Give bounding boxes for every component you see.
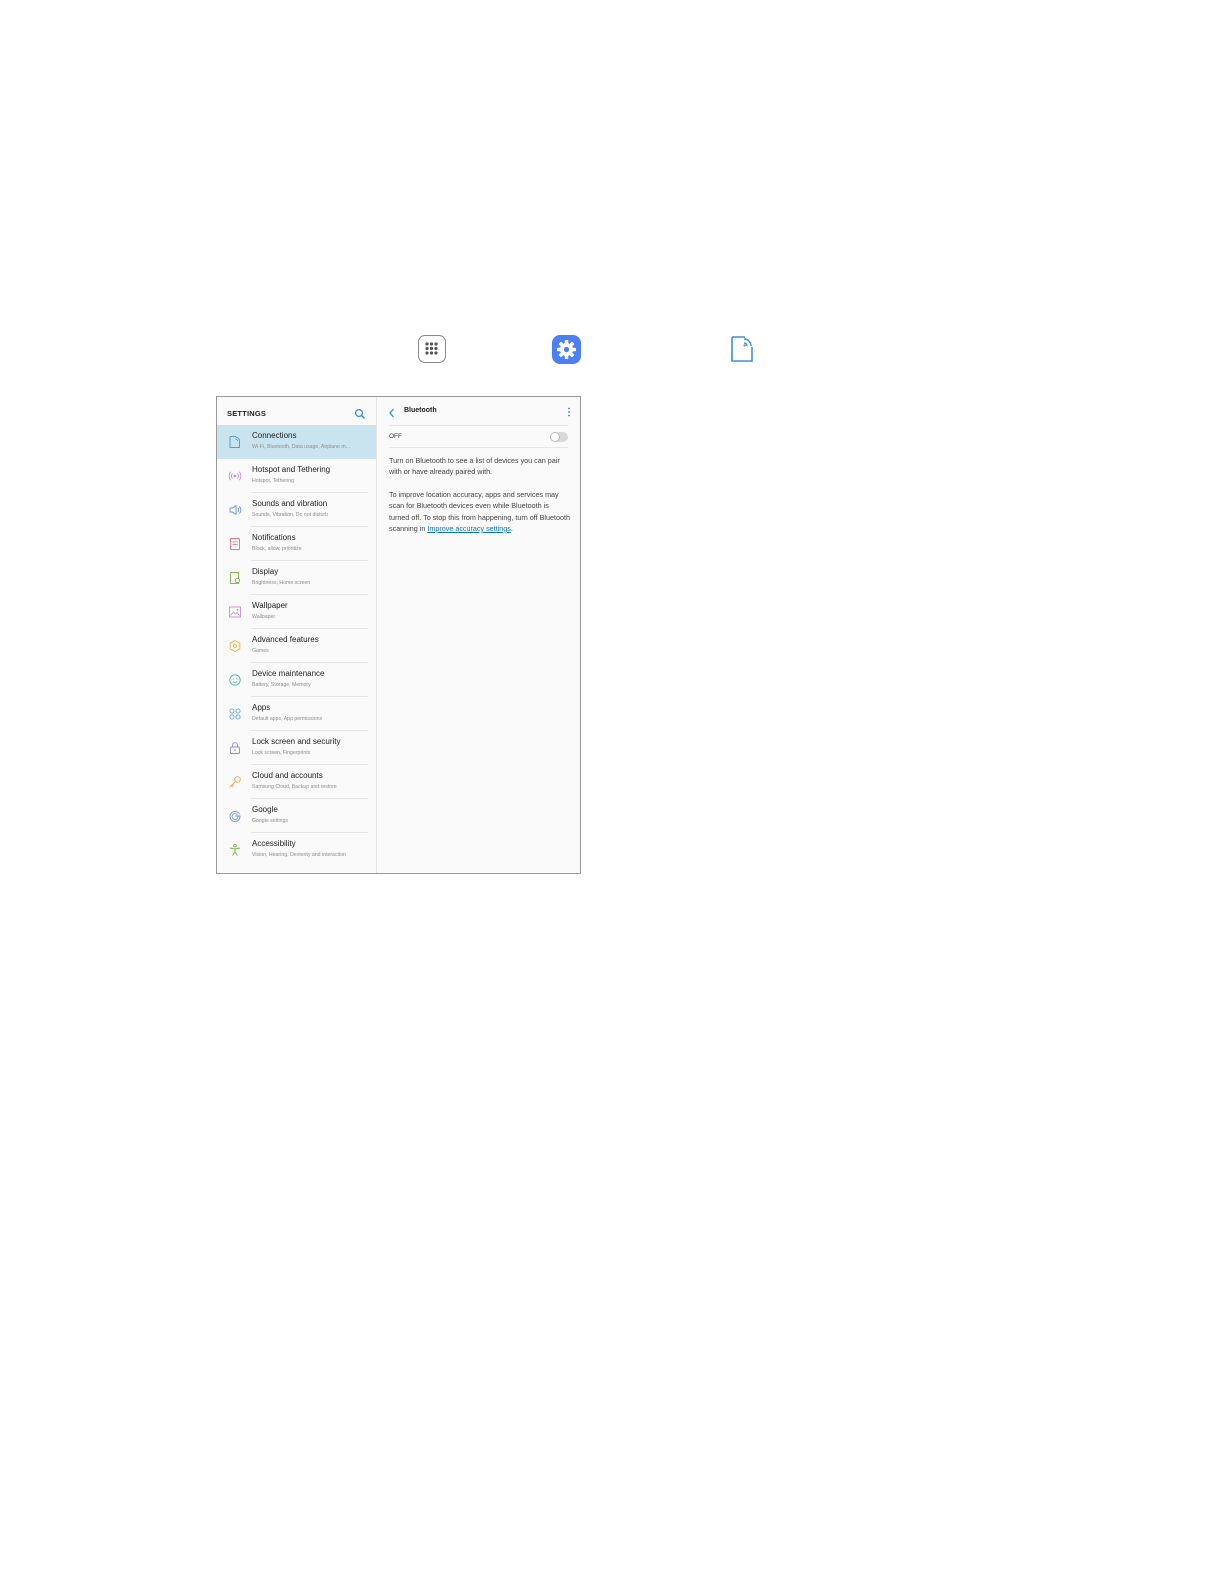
menu-item-label: Apps <box>252 703 271 712</box>
settings-screenshot: SETTINGS Connections Wi-Fi, Bluetooth, D… <box>216 396 581 874</box>
bluetooth-pane: Bluetooth OFF Turn on Bluetooth to see a… <box>377 397 580 873</box>
toggle-knob <box>550 432 560 442</box>
menu-item-subtitle: Lock screen, Fingerprints <box>252 750 311 756</box>
settings-menu: Connections Wi-Fi, Bluetooth, Data usage… <box>217 425 376 867</box>
menu-item-label: Sounds and vibration <box>252 499 328 508</box>
back-arrow-icon[interactable] <box>387 406 397 418</box>
menu-item-device-maintenance[interactable]: Device maintenance Battery, Storage, Mem… <box>217 663 376 697</box>
menu-item-label: Advanced features <box>252 635 319 644</box>
menu-item-notifications[interactable]: Notifications Block, allow, prioritize <box>217 527 376 561</box>
accessibility-icon <box>228 843 242 857</box>
menu-item-cloud-and-accounts[interactable]: Cloud and accounts Samsung Cloud, Backup… <box>217 765 376 799</box>
menu-item-label: Lock screen and security <box>252 737 341 746</box>
menu-item-lock-screen-and-security[interactable]: Lock screen and security Lock screen, Fi… <box>217 731 376 765</box>
menu-item-subtitle: Brightness, Home screen <box>252 580 311 586</box>
connections-icon <box>728 334 758 364</box>
menu-item-subtitle: Vision, Hearing, Dexterity and interacti… <box>252 852 346 858</box>
menu-item-label: Display <box>252 567 279 576</box>
notifications-icon <box>228 537 242 551</box>
speaker-icon <box>228 503 242 517</box>
search-icon[interactable] <box>354 407 366 419</box>
lock-icon <box>228 741 242 755</box>
menu-item-hotspot-and-tethering[interactable]: Hotspot and Tethering Hotspot, Tethering <box>217 459 376 493</box>
apps-icon <box>418 335 446 363</box>
menu-item-subtitle: Hotspot, Tethering <box>252 478 295 484</box>
device-maintenance-icon <box>228 673 242 687</box>
description-suffix: . <box>510 523 513 533</box>
menu-item-subtitle: Games <box>252 648 269 654</box>
menu-item-subtitle: Wi-Fi, Bluetooth, Data usage, Airplane m… <box>252 444 351 450</box>
display-icon <box>228 571 242 585</box>
settings-header: SETTINGS <box>227 407 366 421</box>
menu-item-label: Google <box>252 805 278 814</box>
bluetooth-description: Turn on Bluetooth to see a list of devic… <box>389 456 560 477</box>
menu-item-subtitle: Block, allow, prioritize <box>252 546 302 552</box>
menu-item-google[interactable]: Google Google settings <box>217 799 376 833</box>
more-options-icon[interactable] <box>566 405 572 419</box>
settings-title: SETTINGS <box>227 409 267 418</box>
bluetooth-header: Bluetooth <box>377 403 580 421</box>
menu-item-subtitle: Sounds, Vibration, Do not disturb <box>252 512 329 518</box>
advanced-features-icon <box>228 639 242 653</box>
menu-item-label: Cloud and accounts <box>252 771 323 780</box>
menu-item-subtitle: Default apps, App permissions <box>252 716 323 722</box>
key-icon <box>228 775 242 789</box>
page-title: Bluetooth <box>404 407 437 414</box>
menu-item-display[interactable]: Display Brightness, Home screen <box>217 561 376 595</box>
menu-item-label: Connections <box>252 431 297 440</box>
improve-accuracy-settings-link[interactable]: Improve accuracy settings <box>427 524 511 533</box>
menu-item-wallpaper[interactable]: Wallpaper Wallpaper <box>217 595 376 629</box>
connections-icon <box>228 435 242 449</box>
google-icon <box>228 809 242 823</box>
wallpaper-icon <box>228 605 242 619</box>
menu-item-label: Device maintenance <box>252 669 325 678</box>
menu-item-subtitle: Samsung Cloud, Backup and restore <box>252 784 337 790</box>
menu-item-connections[interactable]: Connections Wi-Fi, Bluetooth, Data usage… <box>217 425 376 459</box>
menu-item-label: Wallpaper <box>252 601 288 610</box>
menu-item-label: Notifications <box>252 533 296 542</box>
menu-item-subtitle: Wallpaper <box>252 614 276 620</box>
menu-item-advanced-features[interactable]: Advanced features Games <box>217 629 376 663</box>
menu-item-sounds-and-vibration[interactable]: Sounds and vibration Sounds, Vibration, … <box>217 493 376 527</box>
divider <box>389 447 568 448</box>
menu-item-subtitle: Google settings <box>252 818 289 824</box>
menu-item-label: Accessibility <box>252 839 296 848</box>
menu-item-accessibility[interactable]: Accessibility Vision, Hearing, Dexterity… <box>217 833 376 867</box>
settings-icon <box>552 335 581 364</box>
bluetooth-state-label: OFF <box>389 433 402 440</box>
menu-item-label: Hotspot and Tethering <box>252 465 331 474</box>
divider <box>389 425 568 426</box>
hotspot-icon <box>228 469 242 483</box>
settings-left-pane: SETTINGS Connections Wi-Fi, Bluetooth, D… <box>217 397 377 873</box>
menu-item-apps[interactable]: Apps Default apps, App permissions <box>217 697 376 731</box>
bluetooth-toggle-row[interactable]: OFF <box>389 428 568 446</box>
bluetooth-toggle[interactable] <box>550 432 568 442</box>
location-accuracy-description: To improve location accuracy, apps and s… <box>389 489 571 534</box>
menu-item-subtitle: Battery, Storage, Memory <box>252 682 311 688</box>
apps-grid-icon <box>228 707 242 721</box>
